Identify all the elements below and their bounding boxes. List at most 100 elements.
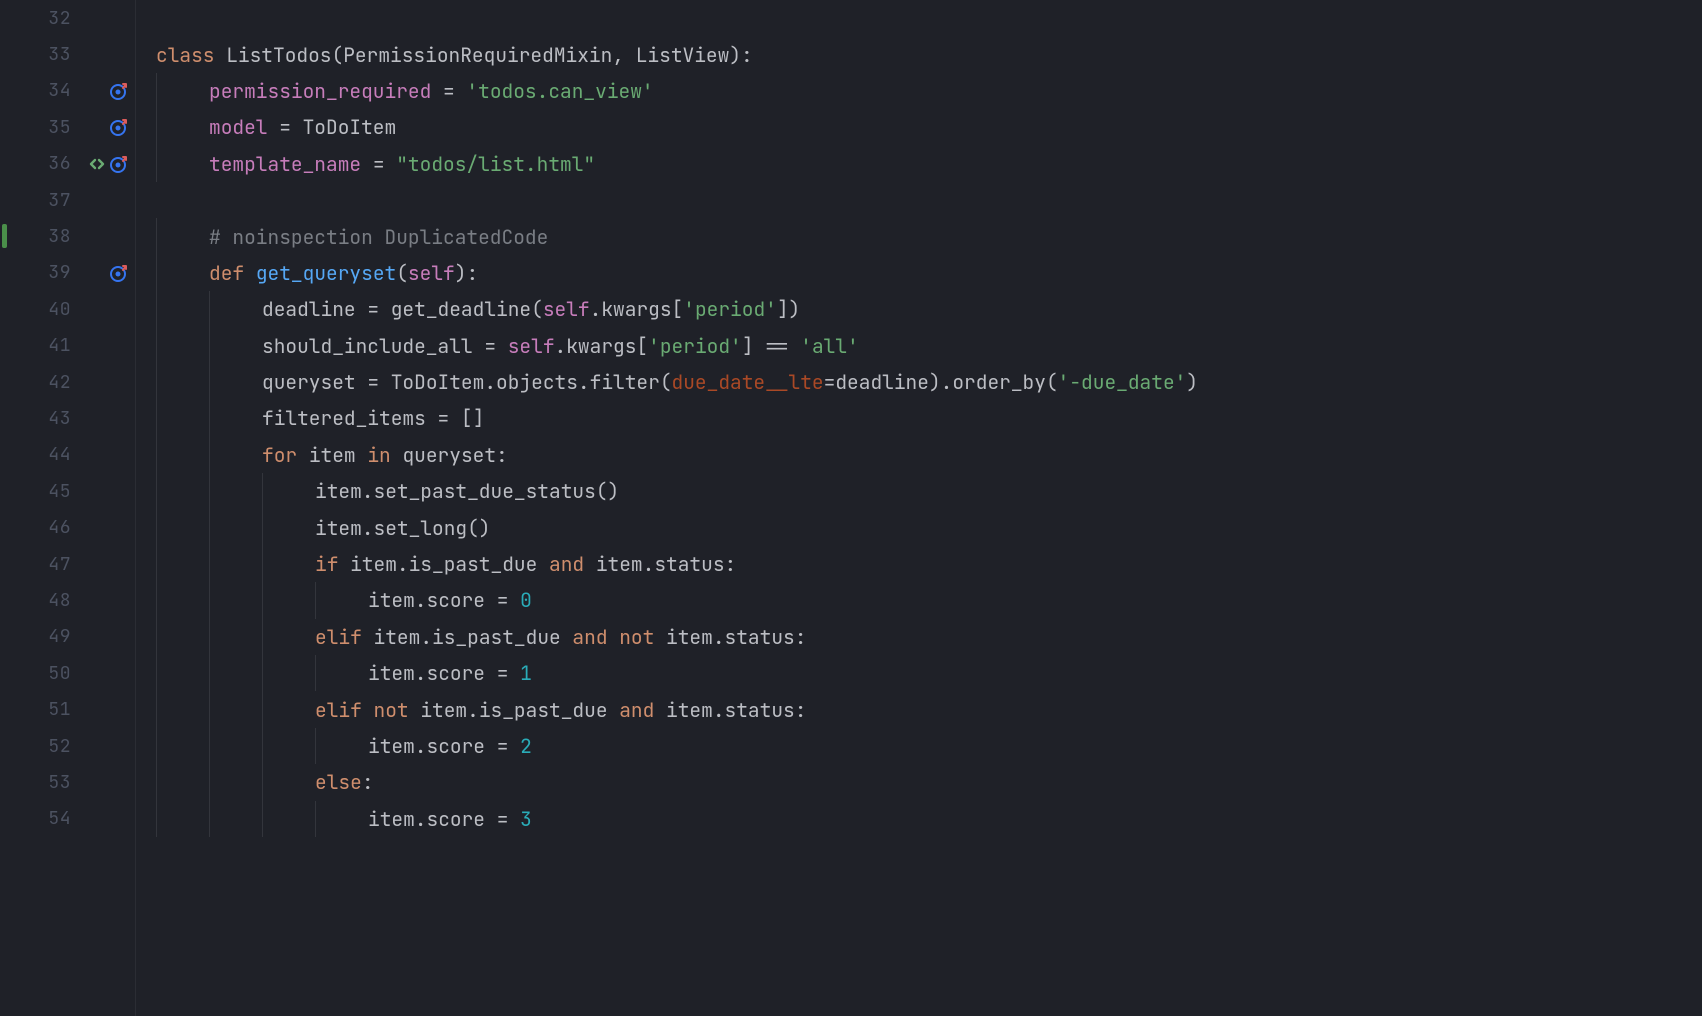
gutter[interactable]: 32 33 34 35 36 373839 404142 43 44454647 48 49…: [0, 0, 136, 1016]
code-token: :: [466, 260, 478, 286]
line-number: 48: [37, 589, 71, 612]
code-token: :: [741, 42, 753, 68]
code-line[interactable]: elif not item.is_past_due and item.statu…: [156, 691, 1702, 727]
gutter-row[interactable]: 41: [0, 328, 135, 364]
code-line[interactable]: model = ToDoItem: [156, 109, 1702, 145]
code-line[interactable]: elif item.is_past_due and not item.statu…: [156, 619, 1702, 655]
code-token: ,: [612, 42, 635, 68]
gutter-row[interactable]: 38: [0, 218, 135, 254]
override-icon[interactable]: [109, 154, 129, 174]
gutter-row[interactable]: 45: [0, 473, 135, 509]
code-line[interactable]: # noinspection DuplicatedCode: [156, 218, 1702, 254]
gutter-row[interactable]: 54: [0, 801, 135, 837]
gutter-row[interactable]: 34: [0, 73, 135, 109]
line-number: 36: [37, 152, 71, 175]
code-line[interactable]: else:: [156, 764, 1702, 800]
code-token: =deadline).order_by(: [824, 369, 1058, 395]
indent-guide: [156, 364, 168, 400]
gutter-row[interactable]: 33: [0, 36, 135, 72]
gutter-row[interactable]: 53: [0, 764, 135, 800]
code-line[interactable]: permission_required = 'todos.can_view': [156, 73, 1702, 109]
code-token: =: [443, 78, 466, 104]
code-token: .kwargs[: [555, 333, 649, 359]
code-token: item.status:: [666, 697, 806, 723]
indent-guide: [156, 582, 168, 618]
navigate-icon[interactable]: [87, 154, 107, 174]
line-number: 52: [37, 735, 71, 758]
code-token: ToDoItem: [303, 114, 397, 140]
code-area[interactable]: class ListTodos(PermissionRequiredMixin,…: [136, 0, 1702, 1016]
code-editor[interactable]: 32 33 34 35 36 373839 404142 43 44454647 48 49…: [0, 0, 1702, 1016]
code-token: item.set_past_due_status(): [315, 478, 619, 504]
code-token: =: [367, 369, 390, 395]
gutter-row[interactable]: 46: [0, 509, 135, 545]
indent-guide: [156, 146, 168, 182]
gutter-row[interactable]: 51: [0, 691, 135, 727]
override-icon[interactable]: [109, 117, 129, 137]
code-token: def: [209, 260, 256, 286]
code-line[interactable]: item.set_long(): [156, 509, 1702, 545]
line-number: 43: [37, 407, 71, 430]
code-line[interactable]: def get_queryset(self):: [156, 255, 1702, 291]
code-line[interactable]: item.score = 0: [156, 582, 1702, 618]
code-token: 'period': [648, 333, 742, 359]
code-token: elif not: [315, 697, 420, 723]
code-line[interactable]: [156, 182, 1702, 218]
indent-guide: [209, 509, 221, 545]
override-icon[interactable]: [109, 81, 129, 101]
indent-guide: [262, 473, 274, 509]
gutter-row[interactable]: 47: [0, 546, 135, 582]
code-token: item.status:: [596, 551, 736, 577]
gutter-row[interactable]: 39: [0, 255, 135, 291]
code-line[interactable]: if item.is_past_due and item.status:: [156, 546, 1702, 582]
gutter-row[interactable]: 43: [0, 400, 135, 436]
code-token: and: [549, 551, 596, 577]
code-token: '-due_date': [1058, 369, 1187, 395]
indent-guide: [209, 801, 221, 837]
code-line[interactable]: item.score = 1: [156, 655, 1702, 691]
code-line[interactable]: class ListTodos(PermissionRequiredMixin,…: [156, 36, 1702, 72]
code-line[interactable]: deadline = get_deadline(self.kwargs['per…: [156, 291, 1702, 327]
code-line[interactable]: template_name = "todos/list.html": [156, 146, 1702, 182]
gutter-row[interactable]: 36: [0, 146, 135, 182]
code-token: self: [408, 260, 455, 286]
indent-guide: [209, 546, 221, 582]
code-line[interactable]: item.score = 3: [156, 801, 1702, 837]
code-line[interactable]: [156, 0, 1702, 36]
code-token: item.is_past_due: [350, 551, 549, 577]
gutter-row[interactable]: 32: [0, 0, 135, 36]
code-line[interactable]: item.set_past_due_status(): [156, 473, 1702, 509]
gutter-row[interactable]: 44: [0, 437, 135, 473]
code-token: should_include_all: [262, 333, 484, 359]
indent-guide: [156, 255, 168, 291]
gutter-row[interactable]: 50: [0, 655, 135, 691]
gutter-row[interactable]: 40: [0, 291, 135, 327]
indent-guide: [156, 764, 168, 800]
code-line[interactable]: filtered_items = []: [156, 400, 1702, 436]
indent-guide: [315, 728, 327, 764]
line-number: 33: [37, 43, 71, 66]
gutter-row[interactable]: 35: [0, 109, 135, 145]
line-number: 49: [37, 625, 71, 648]
indent-guide: [209, 437, 221, 473]
line-number: 34: [37, 79, 71, 102]
gutter-row[interactable]: 49: [0, 619, 135, 655]
code-token: =: [497, 660, 520, 686]
override-icon[interactable]: [109, 263, 129, 283]
code-token: and: [619, 697, 666, 723]
code-line[interactable]: should_include_all = self.kwargs['period…: [156, 328, 1702, 364]
code-line[interactable]: for item in queryset:: [156, 437, 1702, 473]
gutter-row[interactable]: 52: [0, 728, 135, 764]
code-token: 1: [520, 660, 532, 686]
code-token: template_name: [209, 151, 373, 177]
code-token: =: [373, 151, 396, 177]
code-token: class: [156, 42, 226, 68]
gutter-row[interactable]: 48: [0, 582, 135, 618]
indent-guide: [262, 764, 274, 800]
gutter-row[interactable]: 37: [0, 182, 135, 218]
code-line[interactable]: item.score = 2: [156, 728, 1702, 764]
code-line[interactable]: queryset = ToDoItem.objects.filter(due_d…: [156, 364, 1702, 400]
code-token: in: [367, 442, 402, 468]
code-token: =: [497, 806, 520, 832]
gutter-row[interactable]: 42: [0, 364, 135, 400]
